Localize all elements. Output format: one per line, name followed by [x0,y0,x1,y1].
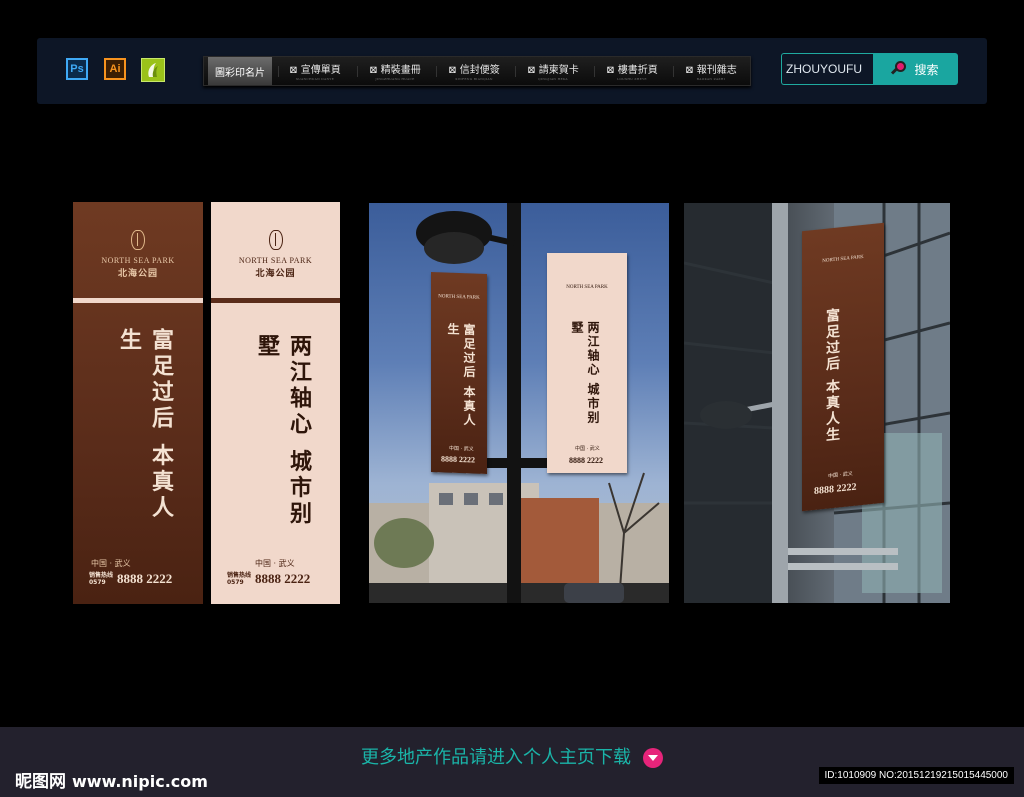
promo-link[interactable]: 更多地产作品请进入个人主页下载 [0,743,1024,769]
nav-label: ⊠ 宣傳單頁 [289,65,341,76]
nav-text: 精裝畫冊 [380,65,421,76]
nav-item-magazine[interactable]: ⊠ 報刊雜志 BAOKAN ZAZHI [678,57,744,85]
nav-label: ⊠ 報刊雜志 [685,65,737,76]
brand-en: NORTH SEA PARK [822,254,864,265]
tel-label: 销售热线 0579 [89,572,113,586]
tel-label-text: 销售热线 [89,572,114,579]
nav-divider [594,66,595,77]
image-id-label: ID:1010909 NO:20151219215015445000 [818,767,1014,784]
download-arrow-icon[interactable] [643,748,663,768]
brand-en: NORTH SEA PARK [238,256,313,265]
banner-design-light: NORTH SEA PARK 北海公园 两江轴心 城市别墅 中国 · 武义 销售… [211,202,340,604]
mockup-banner-light: NORTH SEA PARK 两江轴心 城市别墅 中国 · 武义 8888 22… [547,253,627,473]
nav-item-brochure[interactable]: ⊠ 精裝畫冊 JINGZHUANG HUACE [362,57,428,85]
nav-sub: XUANCHUAN DANYE [295,77,335,81]
street-lamp-mockup-photo: NORTH SEA PARK 富足过后 本真人生 中国 · 武义 8888 22… [369,203,669,603]
banner-design-dark: NORTH SEA PARK 北海公园 富足过后 本真人生 中国 · 武义 销售… [73,202,203,604]
banner-logo: NORTH SEA PARK 北海公园 [73,230,203,279]
search-button-label: 搜索 [914,62,939,77]
phone-number: 8888 2222 [814,481,857,498]
nav-item-invitation[interactable]: ⊠ 請柬賀卡 QINGJIAN HEKA [520,57,586,85]
banner-place: 中国 · 武义 [91,559,131,568]
nav-label: 圖彩印名片 [215,67,265,79]
brand-en: NORTH SEA PARK [438,294,480,301]
brand-en: NORTH SEA PARK [101,256,175,265]
photoshop-icon[interactable]: Ps [66,58,88,80]
nav-label: ⊠ 信封便簽 [448,65,500,76]
banner-slogan: 富足过后 本真人生 [824,307,840,444]
banner-phone: 销售热线 0579 8888 2222 [89,571,172,587]
nav-label: ⊠ 請柬賀卡 [527,65,579,76]
brand-cn: 北海公园 [255,269,296,279]
banner-slogan: 富足过后 本真人生 [116,328,174,522]
mockup-banner-dark: NORTH SEA PARK 富足过后 本真人生 中国 · 武义 8888 22… [802,222,884,512]
banner-place: 中国 · 武义 [828,470,853,480]
tel-label: 销售热线 0579 [227,572,251,586]
tel-code: 0579 [89,579,106,586]
banner-divider [211,298,340,303]
nav-sub: LOUSHU ZHEYE [617,77,647,81]
tel-label-text: 销售热线 [227,572,252,579]
nav-label: ⊠ 樓書折頁 [606,65,658,76]
nav-text: 請柬賀卡 [538,65,579,76]
nav-label: ⊠ 精裝畫冊 [369,65,421,76]
banner-divider [73,298,203,303]
phone-number: 8888 2222 [569,456,603,465]
search-button[interactable]: 搜索 [873,53,958,85]
mockup-banner-dark: NORTH SEA PARK 富足过后 本真人生 中国 · 武义 8888 22… [431,272,487,474]
nav-divider [357,66,358,77]
brand-en: NORTH SEA PARK [566,285,608,290]
nav-text: 信封便簽 [459,65,500,76]
nav-sub: BAOKAN ZAZHI [696,77,726,81]
nav-divider [673,66,674,77]
banner-place: 中国 · 武义 [575,446,600,452]
nav-sub: JINGZHUANG HUACE [375,77,415,81]
phone-number: 8888 2222 [255,571,311,586]
nav-divider [436,66,437,77]
nav-divider [515,66,516,77]
phone-number: 8888 2222 [117,571,173,586]
banner-place: 中国 · 武义 [255,559,295,568]
seed-logo-icon [268,230,283,250]
banner-place: 中国 · 武义 [449,445,474,453]
banner-slogan: 两江轴心 城市别墅 [254,334,312,528]
watermark-site: 昵图网 [15,772,66,792]
banner-logo: NORTH SEA PARK 北海公园 [211,230,340,279]
top-toolbar: Ps Ai 圖彩印名片 ⊠ 宣傳單頁 XUANCHUAN DANYE ⊠ 精裝畫冊… [37,38,987,104]
nav-text: 報刊雜志 [696,65,737,76]
phone-number: 8888 2222 [441,454,475,465]
nav-text: 樓書折頁 [617,65,658,76]
banner-phone: 销售热线 0579 8888 2222 [227,571,310,587]
nav-sub: XINFENG BIANQIAN [455,77,493,81]
search-input[interactable] [781,53,873,85]
nav-item-flyer[interactable]: ⊠ 宣傳單頁 XUANCHUAN DANYE [282,57,348,85]
nav-item-print[interactable]: 圖彩印名片 [208,57,272,85]
nav-item-foldout[interactable]: ⊠ 樓書折頁 LOUSHU ZHEYE [599,57,665,85]
tel-code: 0579 [227,579,244,586]
watermark-url: www.nipic.com [72,772,208,791]
seed-logo-icon [131,230,145,250]
nav-text: 宣傳單頁 [300,65,341,76]
nipic-logo-icon[interactable] [141,58,165,82]
watermark: 昵图网 www.nipic.com [15,767,208,792]
building-mockup-photo: NORTH SEA PARK 富足过后 本真人生 中国 · 武义 8888 22… [684,203,950,603]
promo-text: 更多地产作品请进入个人主页下载 [361,747,631,768]
category-nav: 圖彩印名片 ⊠ 宣傳單頁 XUANCHUAN DANYE ⊠ 精裝畫冊 JINGZH… [203,56,751,86]
banner-slogan: 富足过后 本真人生 [446,322,476,428]
illustrator-icon[interactable]: Ai [104,58,126,80]
nav-divider [278,66,279,77]
banner-slogan: 两江轴心 城市别墅 [570,321,600,426]
search-icon [892,61,908,77]
brand-cn: 北海公园 [117,269,158,279]
footer-bar: 更多地产作品请进入个人主页下载 昵图网 www.nipic.com ID:1010… [0,727,1024,797]
nav-item-envelope[interactable]: ⊠ 信封便簽 XINFENG BIANQIAN [441,57,507,85]
nav-sub: QINGJIAN HEKA [538,77,568,81]
